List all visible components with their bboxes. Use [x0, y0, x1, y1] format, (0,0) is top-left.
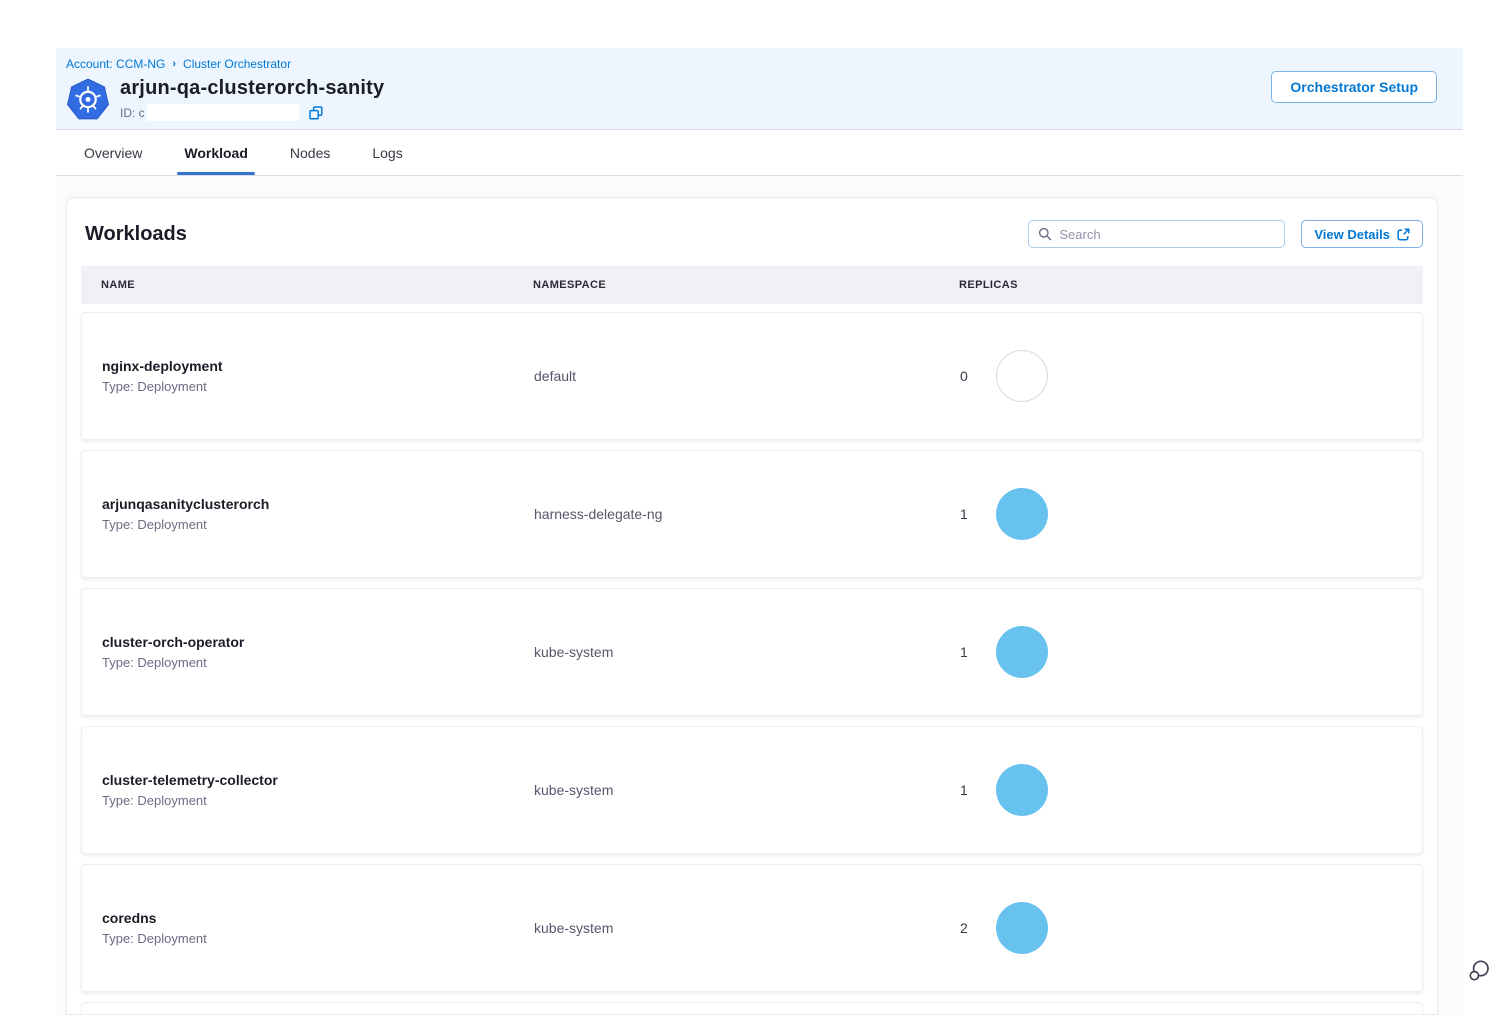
replica-count: 0	[960, 368, 970, 384]
replica-count: 1	[960, 782, 970, 798]
replica-indicator	[996, 764, 1048, 816]
replica-indicator	[996, 350, 1048, 402]
workload-type: Type: Deployment	[102, 655, 534, 670]
replica-indicator	[996, 626, 1048, 678]
replica-indicator	[996, 488, 1048, 540]
column-header-replicas: REPLICAS	[959, 279, 1423, 291]
workload-name: nginx-deployment	[102, 358, 534, 374]
table-row[interactable]: coredns Type: Deployment kube-system 2	[81, 864, 1423, 992]
workload-name: coredns	[102, 910, 534, 926]
replica-indicator	[996, 902, 1048, 954]
table-row[interactable]: arjunqasanityclusterorch Type: Deploymen…	[81, 450, 1423, 578]
table-row-partial[interactable]	[81, 1002, 1423, 1015]
table-row[interactable]: cluster-orch-operator Type: Deployment k…	[81, 588, 1423, 716]
table-header-row: NAME NAMESPACE REPLICAS	[81, 266, 1423, 304]
table-row[interactable]: cluster-telemetry-collector Type: Deploy…	[81, 726, 1423, 854]
workload-namespace: kube-system	[534, 644, 960, 660]
table-row[interactable]: nginx-deployment Type: Deployment defaul…	[81, 312, 1423, 440]
replica-count: 1	[960, 644, 970, 660]
workload-rows: nginx-deployment Type: Deployment defaul…	[81, 312, 1423, 992]
page-title: arjun-qa-clusterorch-sanity	[120, 77, 384, 100]
tab-overview[interactable]: Overview	[84, 130, 142, 175]
search-input[interactable]	[1059, 227, 1275, 242]
breadcrumb-chevron-icon: ›	[172, 58, 176, 70]
cluster-orchestrator-page: Account: CCM-NG › Cluster Orchestrator	[56, 48, 1463, 1015]
workload-type: Type: Deployment	[102, 793, 534, 808]
copy-id-icon[interactable]	[309, 106, 323, 120]
workload-namespace: kube-system	[534, 782, 960, 798]
workload-namespace: kube-system	[534, 920, 960, 936]
breadcrumb-page-link[interactable]: Cluster Orchestrator	[183, 57, 291, 71]
replica-count: 2	[960, 920, 970, 936]
view-details-button[interactable]: View Details	[1301, 220, 1423, 248]
workloads-heading: Workloads	[85, 223, 187, 246]
workload-type: Type: Deployment	[102, 379, 534, 394]
workload-type: Type: Deployment	[102, 931, 534, 946]
page-header: Account: CCM-NG › Cluster Orchestrator	[56, 48, 1463, 130]
view-details-label: View Details	[1314, 227, 1390, 242]
search-icon	[1038, 227, 1052, 241]
workload-type: Type: Deployment	[102, 517, 534, 532]
replica-count: 1	[960, 506, 970, 522]
orchestrator-setup-button[interactable]: Orchestrator Setup	[1271, 71, 1437, 103]
kubernetes-icon	[66, 78, 110, 122]
workload-content: Workloads View Details	[56, 176, 1463, 1015]
cluster-id-label: ID: c	[120, 106, 145, 120]
breadcrumb: Account: CCM-NG › Cluster Orchestrator	[66, 57, 1437, 71]
workload-namespace: harness-delegate-ng	[534, 506, 960, 522]
column-header-namespace: NAMESPACE	[533, 279, 959, 291]
tab-workload[interactable]: Workload	[184, 130, 248, 175]
workload-name: cluster-orch-operator	[102, 634, 534, 650]
tab-bar: Overview Workload Nodes Logs	[56, 130, 1463, 176]
workload-name: arjunqasanityclusterorch	[102, 496, 534, 512]
chat-help-icon[interactable]	[1464, 956, 1494, 986]
external-link-icon	[1397, 228, 1410, 241]
column-header-name: NAME	[101, 279, 533, 291]
workload-name: cluster-telemetry-collector	[102, 772, 534, 788]
cluster-id-redacted	[147, 104, 299, 121]
search-box	[1028, 220, 1285, 248]
tab-logs[interactable]: Logs	[372, 130, 402, 175]
workloads-card: Workloads View Details	[66, 197, 1438, 1015]
tab-nodes[interactable]: Nodes	[290, 130, 330, 175]
workload-namespace: default	[534, 368, 960, 384]
breadcrumb-account-link[interactable]: Account: CCM-NG	[66, 57, 165, 71]
